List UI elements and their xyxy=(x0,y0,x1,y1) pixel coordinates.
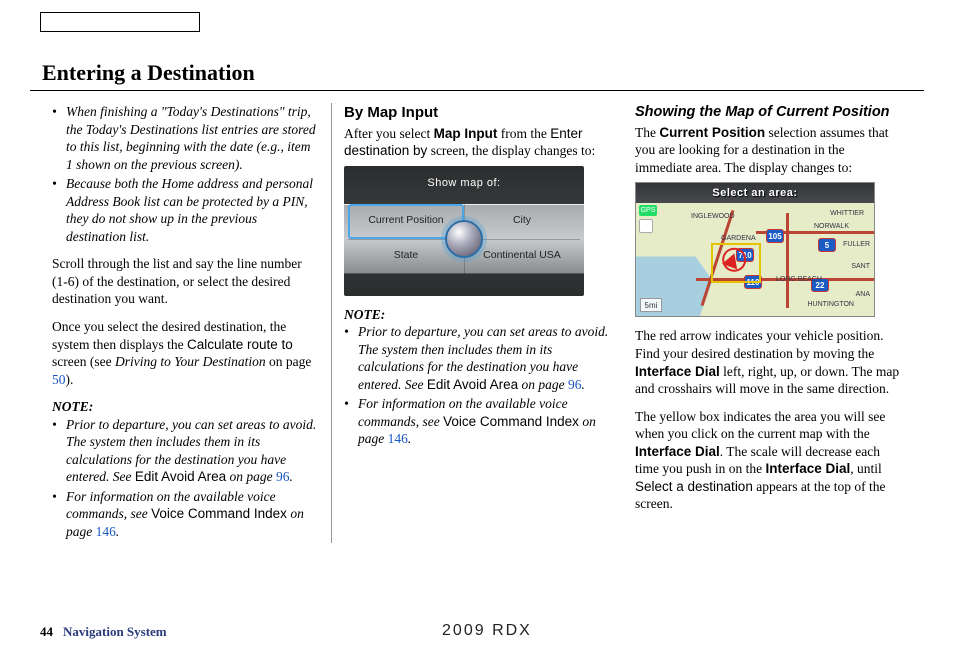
section-heading: By Map Input xyxy=(344,103,611,123)
column-2: By Map Input After you select Map Input … xyxy=(331,103,623,543)
page-link[interactable]: 146 xyxy=(388,431,408,446)
city-label: LONG BEACH xyxy=(776,276,822,283)
text: on page xyxy=(226,469,276,484)
screen-name: Voice Command Index xyxy=(151,506,287,521)
screen-name: Edit Avoid Area xyxy=(135,469,226,484)
document-id: 2009 RDX xyxy=(442,622,532,640)
list-item: For information on the available voice c… xyxy=(358,395,611,448)
screen-name: Select a destination xyxy=(635,479,753,494)
text: screen, the display changes to: xyxy=(427,143,595,158)
text: The xyxy=(635,125,659,140)
paragraph: The yellow box indicates the area you wi… xyxy=(635,408,902,513)
screen-name: Edit Avoid Area xyxy=(427,377,518,392)
city-label: HUNTINGTON xyxy=(807,301,854,308)
city-label: SANT xyxy=(851,263,870,270)
city-label: FULLER xyxy=(843,241,870,248)
text: . xyxy=(582,377,585,392)
column-3: Showing the Map of Current Position The … xyxy=(623,103,914,543)
screen-name: Voice Command Index xyxy=(443,414,579,429)
highway-shield: 5 xyxy=(818,238,836,252)
text: on page xyxy=(266,354,312,369)
city-label: NORWALK xyxy=(814,223,849,230)
page-link[interactable]: 96 xyxy=(276,469,290,484)
note-label: NOTE: xyxy=(344,306,611,324)
scale-indicator: 5mi xyxy=(640,298,662,312)
xref: Driving to Your Destination xyxy=(115,354,266,369)
text: After you select xyxy=(344,126,434,141)
text: The yellow box indicates the area you wi… xyxy=(635,409,885,442)
text: on page xyxy=(518,377,568,392)
gps-indicator: GPS xyxy=(639,205,657,216)
list-item: When finishing a "Today's Destinations" … xyxy=(66,103,319,173)
text: The red arrow indicates your vehicle pos… xyxy=(635,328,884,361)
ui-label: Current Position xyxy=(659,125,765,140)
page-link[interactable]: 50 xyxy=(52,372,66,387)
note-label: NOTE: xyxy=(52,398,319,416)
content-columns: When finishing a "Today's Destinations" … xyxy=(30,103,924,543)
ui-label: Interface Dial xyxy=(635,364,720,379)
text: . xyxy=(290,469,293,484)
paragraph: Once you select the desired destination,… xyxy=(52,318,319,388)
figure-title: Select an area: xyxy=(636,183,874,203)
paragraph: The red arrow indicates your vehicle pos… xyxy=(635,327,902,397)
list-item: Prior to departure, you can set areas to… xyxy=(358,323,611,393)
text: from the xyxy=(497,126,550,141)
figure-title: Show map of: xyxy=(344,166,584,190)
paragraph: Scroll through the list and say the line… xyxy=(52,255,319,308)
city-label: ANA xyxy=(856,291,870,298)
ui-label: Interface Dial xyxy=(635,444,720,459)
highway-shield: 105 xyxy=(766,229,784,243)
city-label: GARDENA xyxy=(721,235,756,242)
page-link[interactable]: 146 xyxy=(96,524,116,539)
text: ). xyxy=(66,372,74,387)
list-item: For information on the available voice c… xyxy=(66,488,319,541)
ui-label: Map Input xyxy=(434,126,498,141)
paragraph: After you select Map Input from the Ente… xyxy=(344,125,611,160)
list-item: Prior to departure, you can set areas to… xyxy=(66,416,319,486)
city-label: WHITTIER xyxy=(830,210,864,217)
header-box xyxy=(40,12,200,32)
vehicle-position-icon xyxy=(722,251,742,270)
mic-icon xyxy=(639,219,653,233)
screen-name: Calculate route to xyxy=(187,337,293,352)
ui-label: Interface Dial xyxy=(766,461,851,476)
interface-dial-icon xyxy=(445,220,483,258)
text: . xyxy=(408,431,411,446)
section-heading: Showing the Map of Current Position xyxy=(635,103,902,122)
page-link[interactable]: 96 xyxy=(568,377,582,392)
figure-select-area-map: Select an area: 105 710 5 110 22 WHITTIE… xyxy=(635,182,875,317)
text: , until xyxy=(850,461,882,476)
page-footer: 44 Navigation System 2009 RDX xyxy=(40,624,914,640)
figure-show-map-of: Show map of: Current Position City State… xyxy=(344,166,584,296)
page-number: 44 xyxy=(40,624,53,640)
page-title: Entering a Destination xyxy=(30,60,924,91)
text: screen (see xyxy=(52,354,115,369)
paragraph: The Current Position selection assumes t… xyxy=(635,124,902,177)
list-item: Because both the Home address and person… xyxy=(66,175,319,245)
section-name: Navigation System xyxy=(63,624,167,640)
city-label: INGLEWOOD xyxy=(691,213,735,220)
text: . xyxy=(116,524,119,539)
column-1: When finishing a "Today's Destinations" … xyxy=(40,103,331,543)
